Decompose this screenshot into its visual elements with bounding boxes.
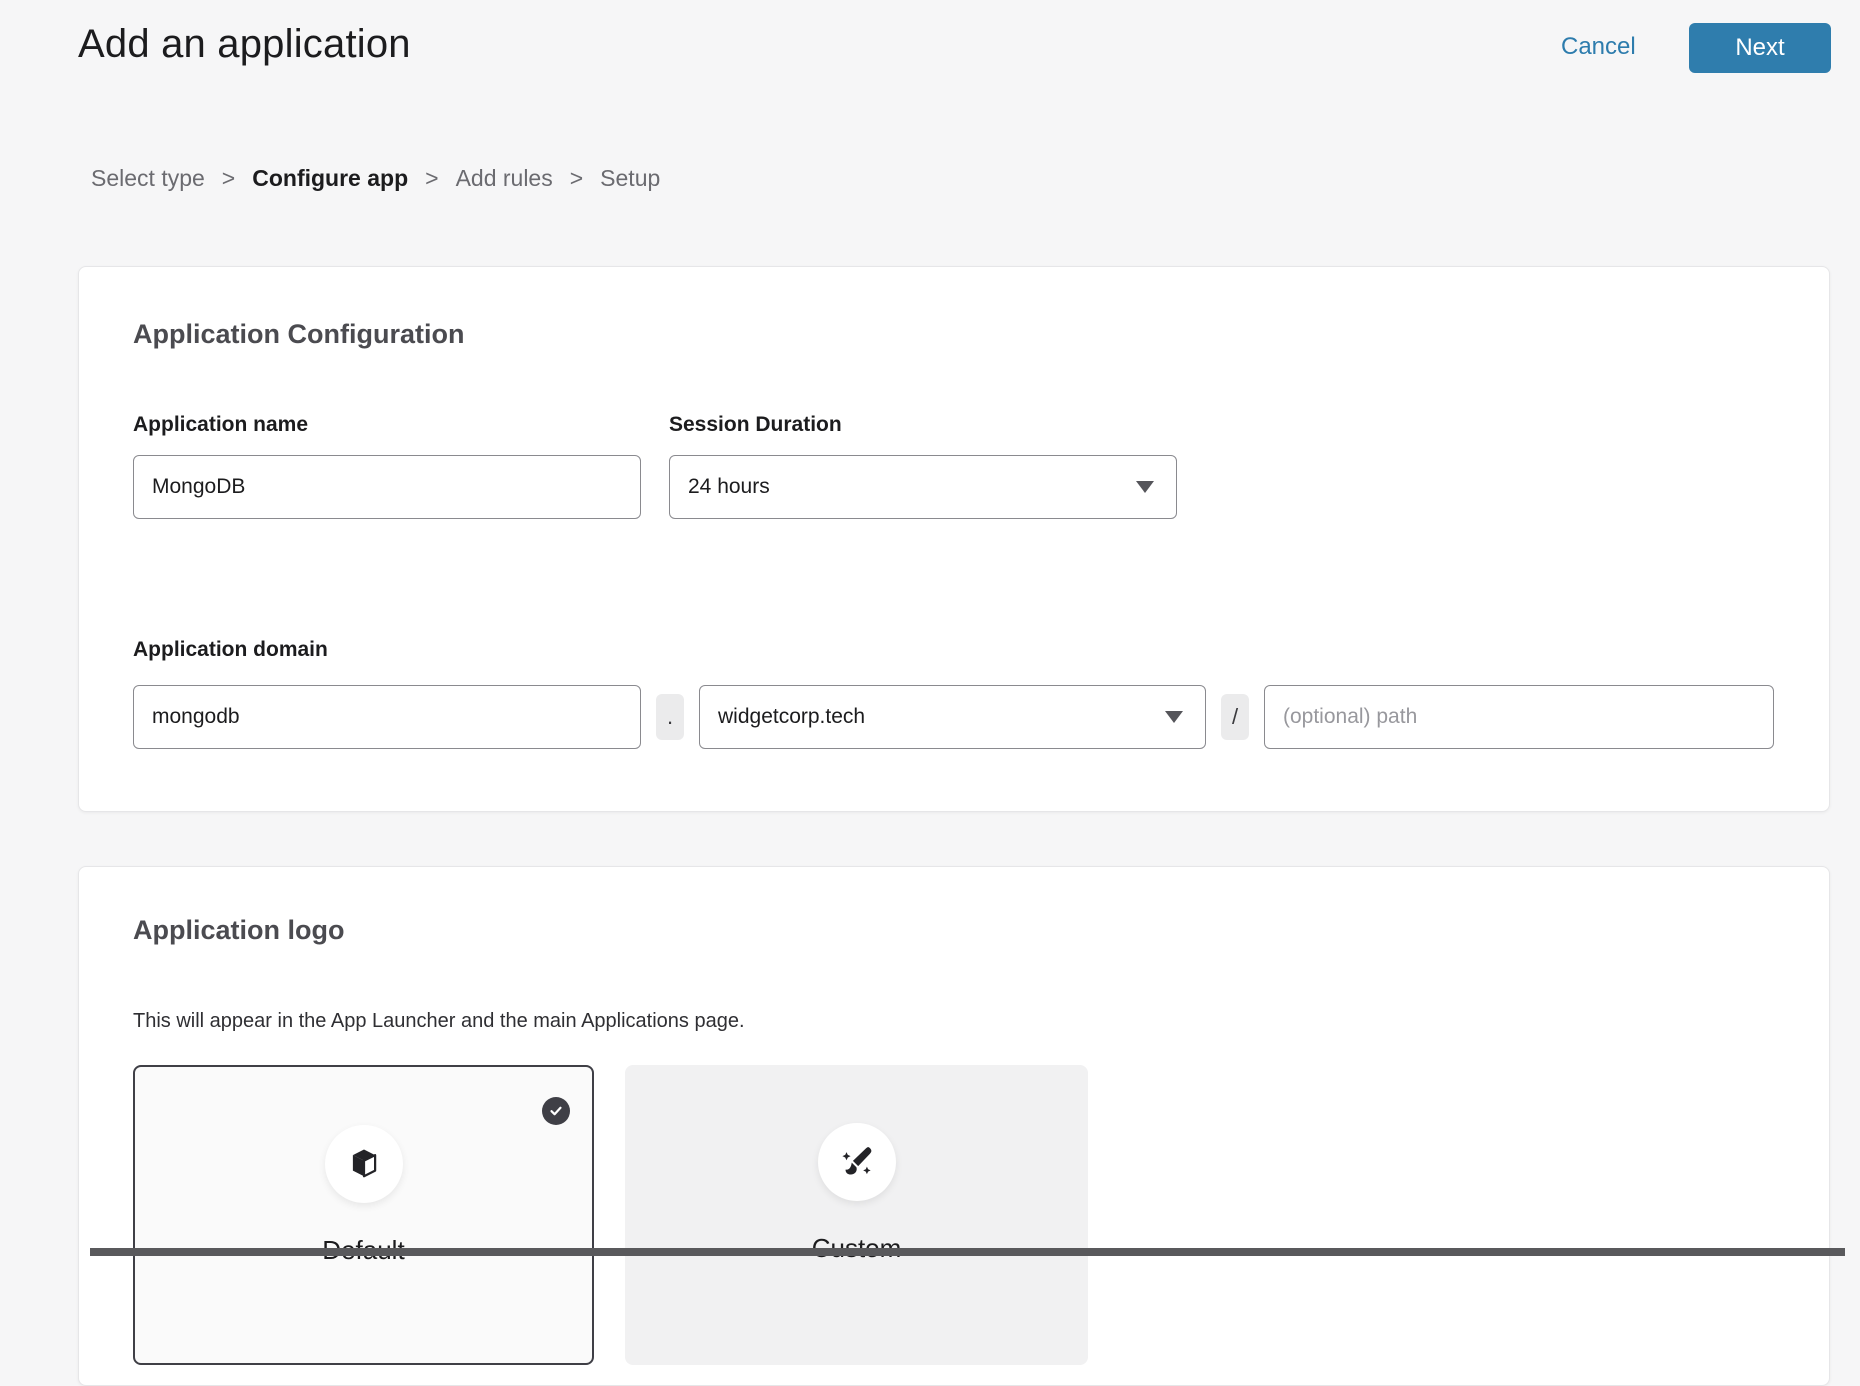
step-add-rules[interactable]: Add rules (456, 165, 553, 192)
application-logo-card: Application logo This will appear in the… (78, 866, 1830, 1386)
application-name-input[interactable] (133, 455, 641, 519)
add-application-page: Add an application Cancel Next Select ty… (0, 0, 1860, 1256)
cancel-button[interactable]: Cancel (1561, 33, 1636, 61)
breadcrumb-separator: > (570, 165, 583, 192)
logo-option-default[interactable]: Default (133, 1065, 594, 1365)
paintbrush-icon (836, 1141, 878, 1183)
session-duration-label: Session Duration (669, 413, 842, 437)
breadcrumb-separator: > (425, 165, 438, 192)
session-duration-value: 24 hours (688, 475, 770, 499)
chevron-down-icon (1165, 711, 1183, 723)
logo-card-title: Application logo (133, 915, 344, 946)
logo-option-custom[interactable]: Custom (625, 1065, 1088, 1365)
default-logo-circle (325, 1125, 403, 1203)
logo-options: Default Custom (133, 1065, 1088, 1365)
slash-separator: / (1221, 694, 1249, 740)
step-configure-app[interactable]: Configure app (252, 165, 408, 192)
step-setup[interactable]: Setup (600, 165, 660, 192)
path-input[interactable] (1264, 685, 1774, 749)
application-name-label: Application name (133, 413, 308, 437)
application-domain-label: Application domain (133, 638, 328, 662)
step-select-type[interactable]: Select type (91, 165, 205, 192)
application-domain-row: . widgetcorp.tech / (133, 685, 1774, 749)
dot-separator: . (656, 694, 684, 740)
breadcrumb-separator: > (222, 165, 235, 192)
chevron-down-icon (1136, 481, 1154, 493)
cube-icon (344, 1144, 384, 1184)
application-configuration-card: Application Configuration Application na… (78, 266, 1830, 812)
logo-card-description: This will appear in the App Launcher and… (133, 1010, 745, 1033)
session-duration-select[interactable]: 24 hours (669, 455, 1177, 519)
domain-value: widgetcorp.tech (718, 705, 865, 729)
selected-check-icon (542, 1097, 570, 1125)
domain-select[interactable]: widgetcorp.tech (699, 685, 1206, 749)
horizontal-scrollbar[interactable] (90, 1248, 1845, 1256)
subdomain-input[interactable] (133, 685, 641, 749)
page-title: Add an application (78, 22, 411, 67)
custom-logo-circle (818, 1123, 896, 1201)
config-card-title: Application Configuration (133, 319, 464, 350)
breadcrumb: Select type > Configure app > Add rules … (91, 165, 660, 192)
next-button[interactable]: Next (1689, 23, 1831, 73)
